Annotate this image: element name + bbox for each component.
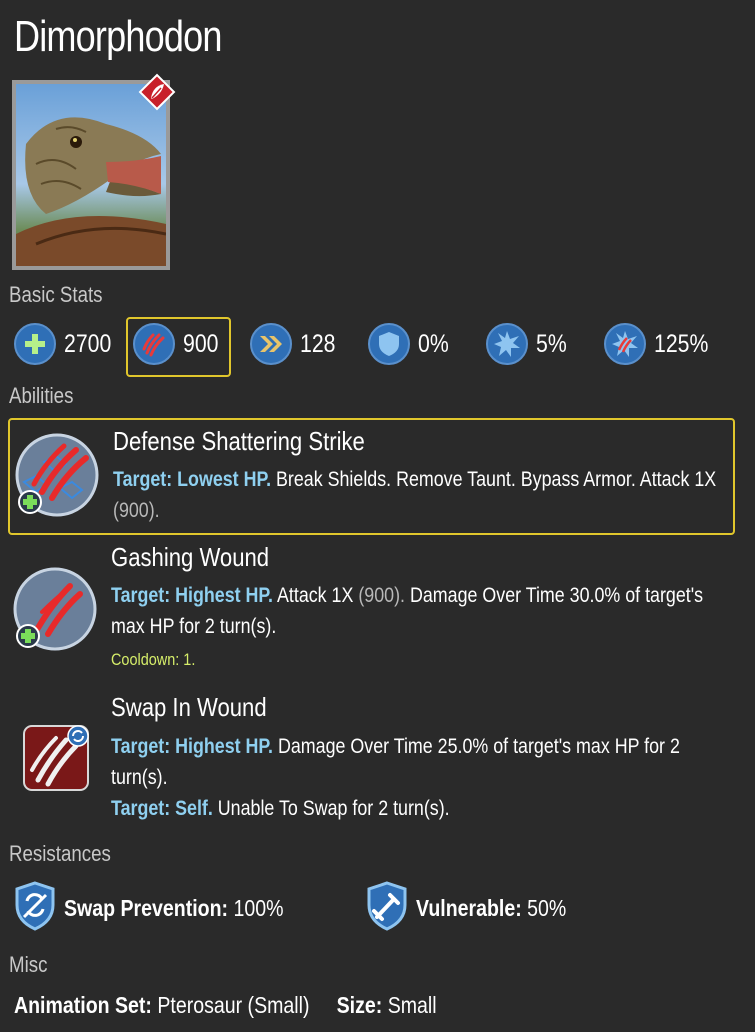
swap-in-claw-icon: [22, 724, 90, 797]
animation-set-label: Animation Set:: [14, 992, 152, 1018]
ability-damage: (900).: [113, 499, 160, 522]
section-abilities: Abilities: [9, 383, 74, 408]
ability-target: Target: Highest HP.: [111, 584, 274, 607]
shattering-claw-icon: [14, 432, 100, 523]
resistance-value: 100%: [233, 894, 284, 921]
gashing-claw-icon: [12, 566, 98, 657]
stat-speed[interactable]: 128: [250, 322, 342, 366]
ability-effect-secondary: Unable To Swap for 2 turn(s).: [217, 797, 450, 820]
ability-cooldown: Cooldown: 1.: [111, 650, 196, 669]
ability-target-secondary: Target: Self.: [111, 797, 213, 820]
ability-name: Gashing Wound: [111, 542, 270, 572]
ability-defense-shattering-strike[interactable]: Defense Shattering Strike Target: Lowest…: [8, 418, 735, 535]
stat-value: 2700: [64, 329, 112, 358]
stat-damage[interactable]: 900: [133, 322, 225, 366]
resistance-text: Swap Prevention: 100%: [64, 895, 283, 922]
ability-target: Target: Highest HP.: [111, 735, 274, 758]
stat-crit-damage[interactable]: 125%: [604, 322, 718, 366]
ability-swap-in-wound[interactable]: Swap In Wound Target: Highest HP. Damage…: [8, 688, 735, 828]
resistance-label: Swap Prevention:: [64, 894, 229, 921]
stat-armor[interactable]: 0%: [368, 322, 454, 366]
creature-name: Dimorphodon: [14, 12, 222, 61]
ability-effect: Attack 1X: [276, 584, 354, 607]
armor-shield-icon: [368, 323, 410, 365]
resistance-label: Vulnerable:: [416, 894, 522, 921]
resistance-vulnerable[interactable]: Vulnerable: 50%: [366, 880, 593, 936]
section-misc: Misc: [9, 952, 48, 977]
stat-value: 128: [300, 329, 336, 358]
claw-damage-icon: [133, 323, 175, 365]
animation-set-value: Pterosaur (Small): [157, 992, 310, 1018]
speed-chevron-icon: [250, 323, 292, 365]
ability-effect: Break Shields. Remove Taunt. Bypass Armo…: [276, 468, 717, 491]
stat-value: 900: [183, 329, 219, 358]
resistance-text: Vulnerable: 50%: [416, 895, 566, 922]
ability-description: Target: Lowest HP. Break Shields. Remove…: [113, 464, 725, 526]
ability-description: Target: Highest HP. Damage Over Time 25.…: [111, 731, 723, 824]
stat-crit-chance[interactable]: 5%: [486, 322, 572, 366]
section-resistances: Resistances: [9, 841, 111, 866]
ability-damage: (900).: [358, 584, 405, 607]
section-basic-stats: Basic Stats: [9, 282, 103, 307]
health-plus-icon: [14, 323, 56, 365]
ability-name: Swap In Wound: [111, 692, 267, 722]
stat-health[interactable]: 2700: [14, 322, 120, 366]
rare-leaf-badge-icon: [137, 72, 177, 112]
stat-value: 0%: [418, 329, 449, 358]
ability-target: Target: Lowest HP.: [113, 468, 272, 491]
crit-damage-icon: [604, 323, 646, 365]
vulnerable-shield-icon: [366, 880, 408, 936]
size-value: Small: [387, 992, 437, 1018]
stat-value: 5%: [536, 329, 567, 358]
resistance-swap-prevention[interactable]: Swap Prevention: 100%: [14, 880, 322, 936]
misc-info: Animation Set: Pterosaur (Small) Size: S…: [14, 992, 437, 1019]
stat-value: 125%: [654, 329, 709, 358]
ability-name: Defense Shattering Strike: [113, 426, 365, 456]
crit-chance-icon: [486, 323, 528, 365]
ability-gashing-wound[interactable]: Gashing Wound Target: Highest HP. Attack…: [8, 538, 735, 678]
ability-description: Target: Highest HP. Attack 1X (900). Dam…: [111, 580, 723, 642]
size-label: Size:: [336, 992, 383, 1018]
swap-prevention-shield-icon: [14, 880, 56, 936]
resistance-value: 50%: [527, 894, 567, 921]
